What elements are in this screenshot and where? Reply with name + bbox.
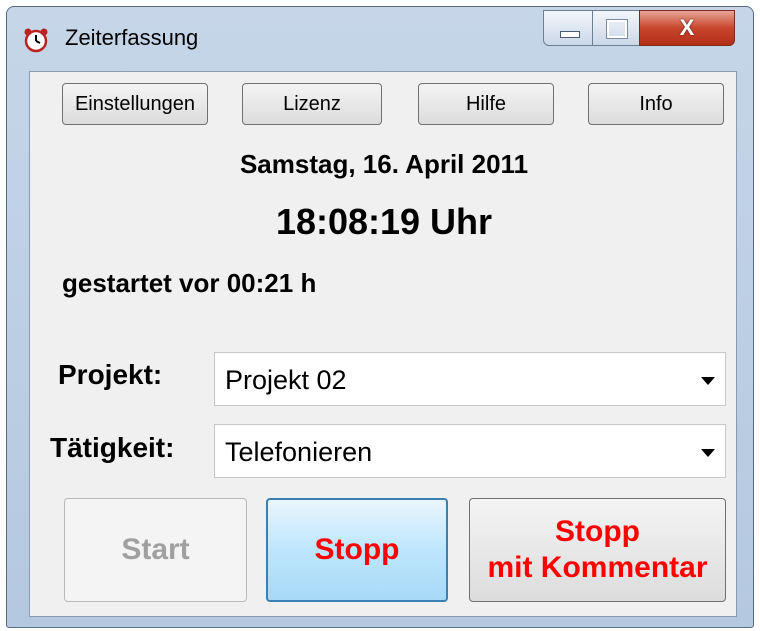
activity-value: Telefonieren: [225, 437, 373, 467]
close-button[interactable]: X: [639, 10, 735, 46]
start-button[interactable]: Start: [64, 498, 247, 602]
settings-button[interactable]: Einstellungen: [62, 83, 208, 125]
elapsed-time: gestartet vor 00:21 h: [62, 268, 317, 298]
info-button[interactable]: Info: [588, 83, 724, 125]
maximize-button[interactable]: [592, 10, 640, 46]
alarm-clock-icon: [24, 28, 48, 53]
project-label: Projekt:: [58, 359, 163, 390]
minimize-icon: [560, 31, 580, 38]
minimize-button[interactable]: [543, 10, 593, 46]
stop-comment-line1: Stopp: [555, 515, 640, 548]
current-time: 18:08:19 Uhr: [275, 201, 493, 242]
dropdown-arrow-icon[interactable]: [701, 377, 715, 385]
license-button[interactable]: Lizenz: [242, 83, 382, 125]
title-bar[interactable]: Zeiterfassung X: [7, 7, 753, 75]
project-value: Projekt 02: [225, 365, 347, 395]
window-title: Zeiterfassung: [65, 25, 199, 50]
current-date: Samstag, 16. April 2011: [239, 149, 529, 179]
dropdown-arrow-icon[interactable]: [701, 449, 715, 457]
close-icon: X: [679, 15, 695, 40]
client-area: Einstellungen Lizenz Hilfe Info Samstag,…: [29, 71, 737, 617]
stop-with-comment-button[interactable]: Stopp mit Kommentar: [469, 498, 726, 602]
project-select[interactable]: Projekt 02: [214, 352, 726, 406]
activity-select[interactable]: Telefonieren: [214, 424, 726, 478]
stop-comment-line2: mit Kommentar: [487, 551, 708, 584]
app-window: Zeiterfassung X Einstellungen Lizenz Hil…: [6, 6, 754, 628]
help-button[interactable]: Hilfe: [418, 83, 554, 125]
activity-label: Tätigkeit:: [50, 432, 175, 463]
stop-button[interactable]: Stopp: [266, 498, 448, 602]
maximize-icon: [606, 19, 628, 39]
